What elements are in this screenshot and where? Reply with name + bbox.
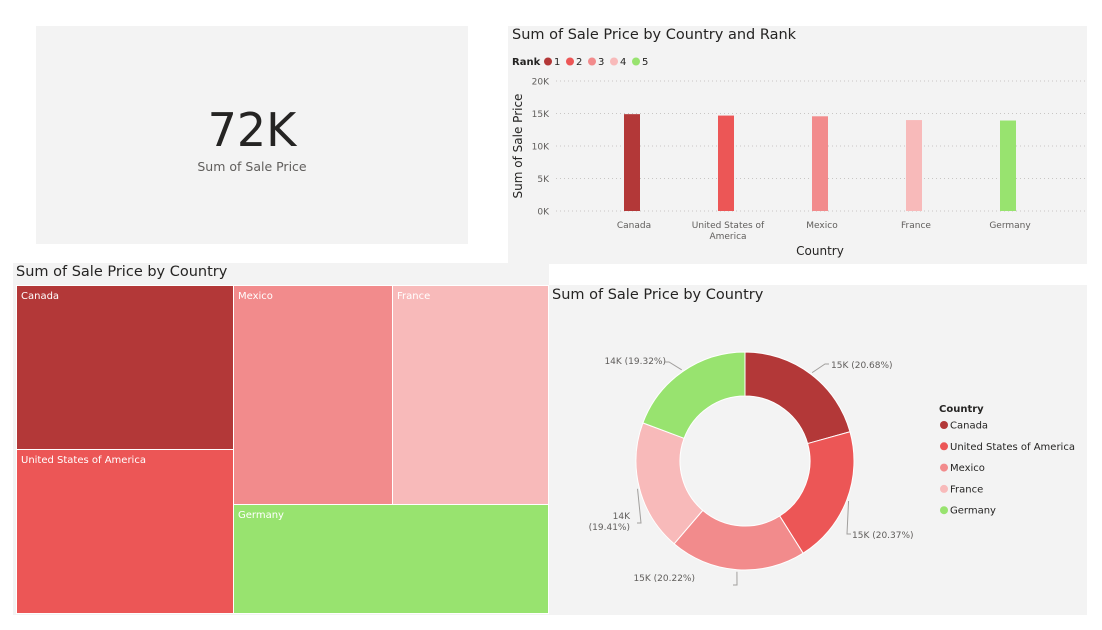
bar-xlabel: Country	[796, 244, 844, 258]
donut-legend-label-united-states-of-america[interactable]: United States of America	[950, 442, 1075, 453]
donut-data-label-france: (19.41%)	[589, 523, 630, 533]
donut-leader-line	[846, 500, 851, 535]
donut-leader-line	[637, 488, 642, 524]
treemap-label-france: France	[397, 291, 431, 302]
treemap: Canada United States of America Mexico F…	[16, 285, 549, 614]
donut-legend-marker-germany	[940, 506, 948, 515]
donut-legend-marker-united-states-of-america	[940, 442, 948, 451]
donut-legend-label-france[interactable]: France	[950, 484, 983, 495]
donut-data-label-canada: 15K (20.68%)	[831, 361, 893, 371]
bar-xtick-label-united-states-of-america: America	[709, 232, 746, 242]
bar-canada[interactable]	[624, 114, 640, 211]
bar-ytick-label: 0K	[537, 208, 550, 218]
bar-xtick-label-mexico: Mexico	[806, 221, 838, 231]
bar-legend-marker-5	[632, 57, 640, 66]
donut-legend-label-canada[interactable]: Canada	[950, 421, 988, 432]
bar-ytick-label: 5K	[537, 175, 550, 185]
donut-chart: 15K (20.68%) 15K (20.37%) 15K (20.22%) 14K(…	[589, 351, 1075, 586]
donut-data-label-france: 14K	[613, 512, 631, 522]
bar-united-states-of-america[interactable]	[718, 115, 734, 211]
treemap-label-canada: Canada	[21, 291, 60, 302]
bar-xtick-label-germany: Germany	[989, 221, 1031, 231]
bar-legend-label-1: 1	[554, 57, 560, 68]
donut-data-label-united-states-of-america: 15K (20.37%)	[852, 531, 914, 541]
treemap-label-germany: Germany	[238, 510, 284, 521]
bar-ytick-label: 20K	[532, 78, 550, 88]
bar-xtick-label-canada: Canada	[617, 221, 651, 231]
bar-france[interactable]	[906, 120, 922, 211]
bar-legend-label-2: 2	[576, 57, 582, 68]
donut-leader-line	[733, 571, 738, 586]
donut-leader-line	[811, 363, 829, 374]
bar-ytick-label: 10K	[532, 143, 550, 153]
donut-legend-marker-mexico	[940, 463, 948, 472]
bar-legend-marker-1	[544, 57, 552, 66]
bar-ylabel: Sum of Sale Price	[511, 94, 525, 199]
treemap-label-mexico: Mexico	[238, 291, 273, 302]
bar-legend-marker-3	[588, 57, 596, 66]
donut-data-label-mexico: 15K (20.22%)	[633, 574, 695, 584]
kpi-card: 72K Sum of Sale Price	[36, 26, 468, 244]
bar-xtick-label-france: France	[901, 221, 931, 231]
bar-germany[interactable]	[1000, 120, 1016, 211]
bar-legend-label-4: 4	[620, 57, 626, 68]
donut-data-label-germany: 14K (19.32%)	[604, 357, 666, 367]
donut-legend-title: Country	[939, 404, 984, 415]
treemap-label-usa: United States of America	[21, 455, 146, 466]
bar-mexico[interactable]	[812, 116, 828, 211]
bar-xtick-label-united-states-of-america: United States of	[692, 221, 765, 231]
treemap-cell-france[interactable]: France	[392, 285, 549, 505]
bar-legend-label-3: 3	[598, 57, 604, 68]
bar-chart-panel: Sum of Sale Price by Country and Rank Ra…	[508, 26, 1087, 264]
bar-legend-marker-4	[610, 57, 618, 66]
bar-legend-label-5: 5	[642, 57, 648, 68]
donut-chart-panel: Sum of Sale Price by Country 15K (20.68%…	[549, 285, 1087, 615]
bar-legend-marker-2	[566, 57, 574, 66]
kpi-value: 72K	[207, 103, 297, 157]
bar-chart: Rank 1 2 3 4 5 0K 5K 10K 15K 20K Sum of Sale Price C…	[511, 57, 1086, 258]
kpi-label: Sum of Sale Price	[197, 159, 307, 174]
donut-leader-line	[665, 361, 682, 371]
donut-legend-marker-france	[940, 484, 948, 493]
treemap-panel: Sum of Sale Price by Country Canada Unit…	[13, 263, 549, 615]
treemap-cell-canada[interactable]: Canada	[16, 285, 234, 450]
donut-legend-label-mexico[interactable]: Mexico	[950, 463, 985, 474]
treemap-title: Sum of Sale Price by Country	[16, 264, 228, 280]
bar-ytick-label: 15K	[532, 110, 550, 120]
donut-legend-label-germany[interactable]: Germany	[950, 506, 996, 517]
treemap-cell-mexico[interactable]: Mexico	[233, 285, 393, 505]
bar-legend-title: Rank	[512, 57, 541, 68]
treemap-cell-usa[interactable]: United States of America	[16, 449, 234, 614]
treemap-cell-germany[interactable]: Germany	[233, 504, 549, 614]
donut-legend-marker-canada	[940, 421, 948, 429]
